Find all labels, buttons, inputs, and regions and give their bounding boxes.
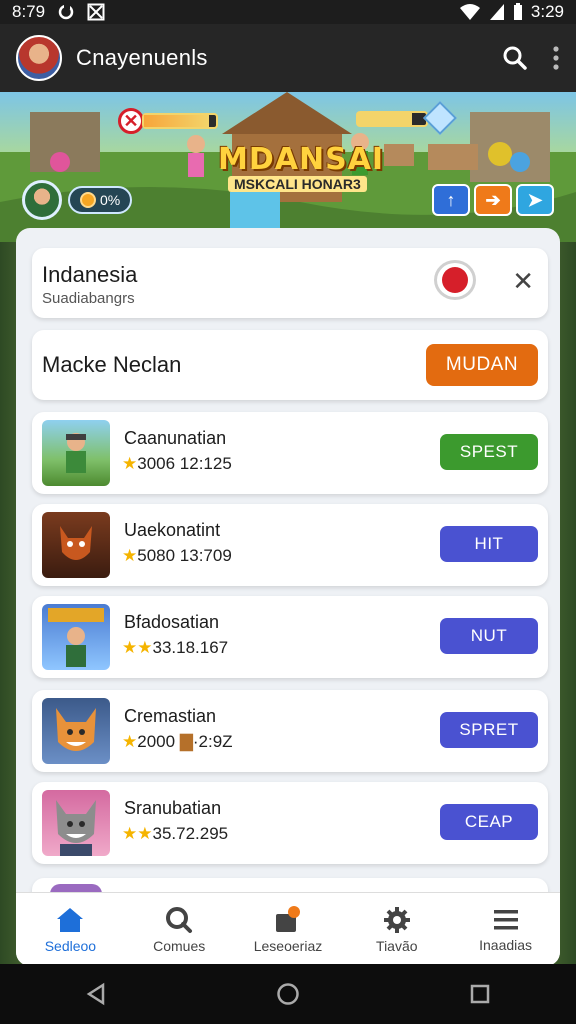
- item-name: Cremastian: [124, 706, 217, 726]
- item-thumbnail: [42, 604, 110, 670]
- item-action-button[interactable]: SPRET: [440, 712, 538, 748]
- more-options-icon[interactable]: [552, 45, 560, 71]
- item-thumbnail: [42, 698, 110, 764]
- item-stats: ★2000 ▇·2:9Z: [122, 732, 233, 751]
- status-time: 8:79: [12, 2, 46, 21]
- star-icon: ★: [122, 546, 138, 565]
- menu-icon: [493, 909, 518, 929]
- game-banner[interactable]: ✕ MDANSAI MSKCALI HONAR3 0% ↑ ➔ ➤: [0, 92, 576, 242]
- status-bar: 8:79 3:29: [0, 0, 576, 24]
- item-thumbnail: [42, 420, 110, 486]
- item-stats: ★3006 12:125: [122, 454, 232, 473]
- nav-item-puzzle[interactable]: Leseoeriaz: [234, 893, 343, 966]
- item-name: Sranubatian: [124, 798, 222, 818]
- location-subtitle: Suadiabangrs: [42, 290, 135, 307]
- status-time-right: 3:29: [530, 2, 564, 21]
- list-item[interactable]: Bfadosatian ★★33.18.167 NUT: [32, 596, 548, 678]
- app-title: Cnayenuenls: [76, 45, 208, 70]
- chat-bubble-icon[interactable]: [434, 260, 476, 300]
- system-nav-bar: [0, 964, 576, 1024]
- mode-title: Macke Neclan: [42, 352, 182, 377]
- star-icon: ★: [122, 732, 138, 751]
- item-name: Caanunatian: [124, 428, 227, 448]
- player-chip[interactable]: 0%: [22, 180, 133, 220]
- search-icon[interactable]: [502, 45, 528, 71]
- back-icon[interactable]: [85, 982, 107, 1006]
- star-icon: ★★: [122, 638, 153, 657]
- item-thumbnail: [42, 790, 110, 856]
- battery-icon: [513, 3, 522, 20]
- item-action-button[interactable]: CEAP: [440, 804, 538, 840]
- item-stats: ★★35.72.295: [122, 824, 229, 843]
- banner-send-button[interactable]: ➤: [516, 184, 554, 216]
- star-icon: ★★: [122, 824, 153, 843]
- gear-icon: [383, 906, 410, 933]
- nav-item-settings[interactable]: Tiavão: [342, 893, 451, 966]
- banner-forward-button[interactable]: ➔: [474, 184, 512, 216]
- app-bar: Cnayenuenls: [0, 24, 576, 92]
- bottom-nav: Sedleoo Comues Leseoeriaz Tiavão Inaadia…: [16, 892, 560, 966]
- sync-icon: [58, 4, 74, 20]
- item-action-button[interactable]: SPEST: [440, 434, 538, 470]
- player-health-bar: [356, 111, 428, 127]
- coin-icon: [80, 192, 96, 208]
- mode-button[interactable]: MUDAN: [426, 344, 538, 386]
- image-icon: [87, 3, 105, 21]
- list-item[interactable]: Sranubatian ★★35.72.295 CEAP: [32, 782, 548, 864]
- chest-icon: ▇: [179, 732, 193, 751]
- player-avatar: [22, 180, 62, 220]
- banner-title: MDANSAI: [218, 142, 385, 177]
- nav-item-home[interactable]: Sedleoo: [16, 893, 125, 966]
- list-item[interactable]: Caanunatian ★3006 12:125 SPEST: [32, 412, 548, 494]
- content-sheet: Indanesia Suadiabangrs ✕ Macke Neclan MU…: [16, 228, 560, 966]
- banner-subtitle: MSKCALI HONAR3: [228, 176, 367, 192]
- nav-item-search[interactable]: Comues: [125, 893, 234, 966]
- home-icon: [57, 907, 84, 932]
- close-icon[interactable]: ✕: [512, 268, 534, 294]
- player-stat: 0%: [100, 192, 121, 208]
- item-stats: ★★33.18.167: [122, 638, 229, 657]
- item-action-button[interactable]: HIT: [440, 526, 538, 562]
- item-stats: ★5080 13:709: [122, 546, 232, 565]
- recents-icon[interactable]: [469, 983, 491, 1005]
- item-name: Uaekonatint: [124, 520, 221, 540]
- wifi-icon: [459, 4, 480, 20]
- star-icon: ★: [122, 454, 138, 473]
- signal-icon: [489, 4, 504, 20]
- location-card[interactable]: Indanesia Suadiabangrs ✕: [32, 248, 548, 318]
- item-name: Bfadosatian: [124, 612, 220, 632]
- enemy-health-icon: ✕: [118, 108, 144, 134]
- enemy-health-bar: [142, 113, 218, 129]
- item-thumbnail: [42, 512, 110, 578]
- mode-card: Macke Neclan MUDAN: [32, 330, 548, 400]
- item-action-button[interactable]: NUT: [440, 618, 538, 654]
- search-icon: [166, 906, 193, 933]
- list-item[interactable]: Cremastian ★2000 ▇·2:9Z SPRET: [32, 690, 548, 772]
- banner-up-button[interactable]: ↑: [432, 184, 470, 216]
- location-title: Indanesia: [42, 262, 138, 287]
- list-item[interactable]: Uaekonatint ★5080 13:709 HIT: [32, 504, 548, 586]
- home-button-icon[interactable]: [276, 982, 300, 1006]
- puzzle-icon: [275, 905, 300, 932]
- nav-item-menu[interactable]: Inaadias: [451, 893, 560, 966]
- profile-avatar[interactable]: [16, 35, 62, 81]
